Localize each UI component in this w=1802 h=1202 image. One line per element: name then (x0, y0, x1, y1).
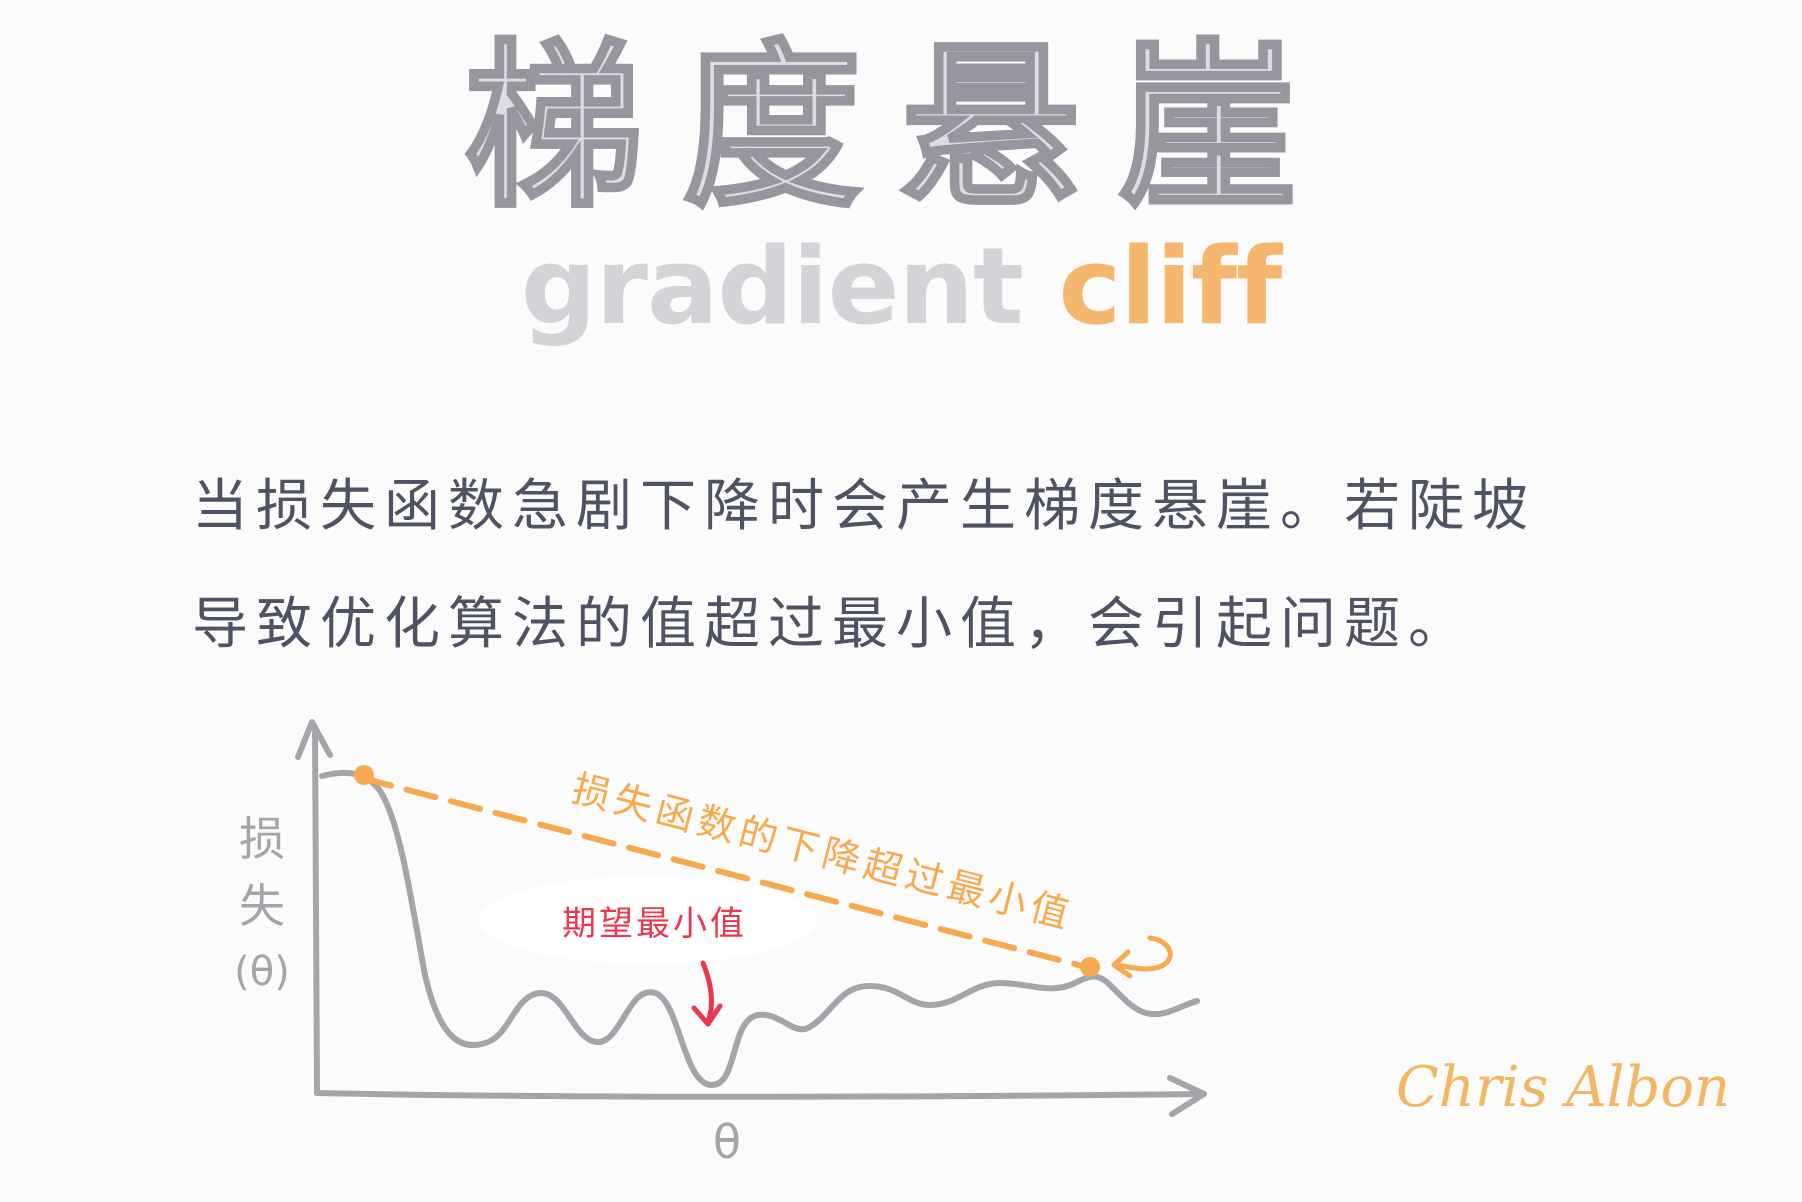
start-point (354, 765, 374, 785)
desired-min-arrow (691, 960, 723, 1027)
loss-diagram: 损 失 (θ) θ 期望最小值 损失函数的下降超过最小值 (234, 719, 1207, 1169)
y-axis-label-char-2: 失 (239, 879, 285, 933)
y-axis-label-char-3: (θ) (234, 949, 290, 995)
y-axis (312, 724, 320, 1096)
x-axis-label: θ (713, 1115, 741, 1169)
x-axis (314, 1090, 1207, 1100)
author-signature: Chris Albon (1396, 1055, 1731, 1120)
end-point-arrow (1111, 935, 1173, 979)
y-axis-label: 损 失 (θ) (234, 812, 290, 995)
desired-min-label: 期望最小值 (562, 904, 747, 944)
y-axis-label-char-1: 损 (239, 812, 285, 866)
end-point (1080, 957, 1100, 977)
